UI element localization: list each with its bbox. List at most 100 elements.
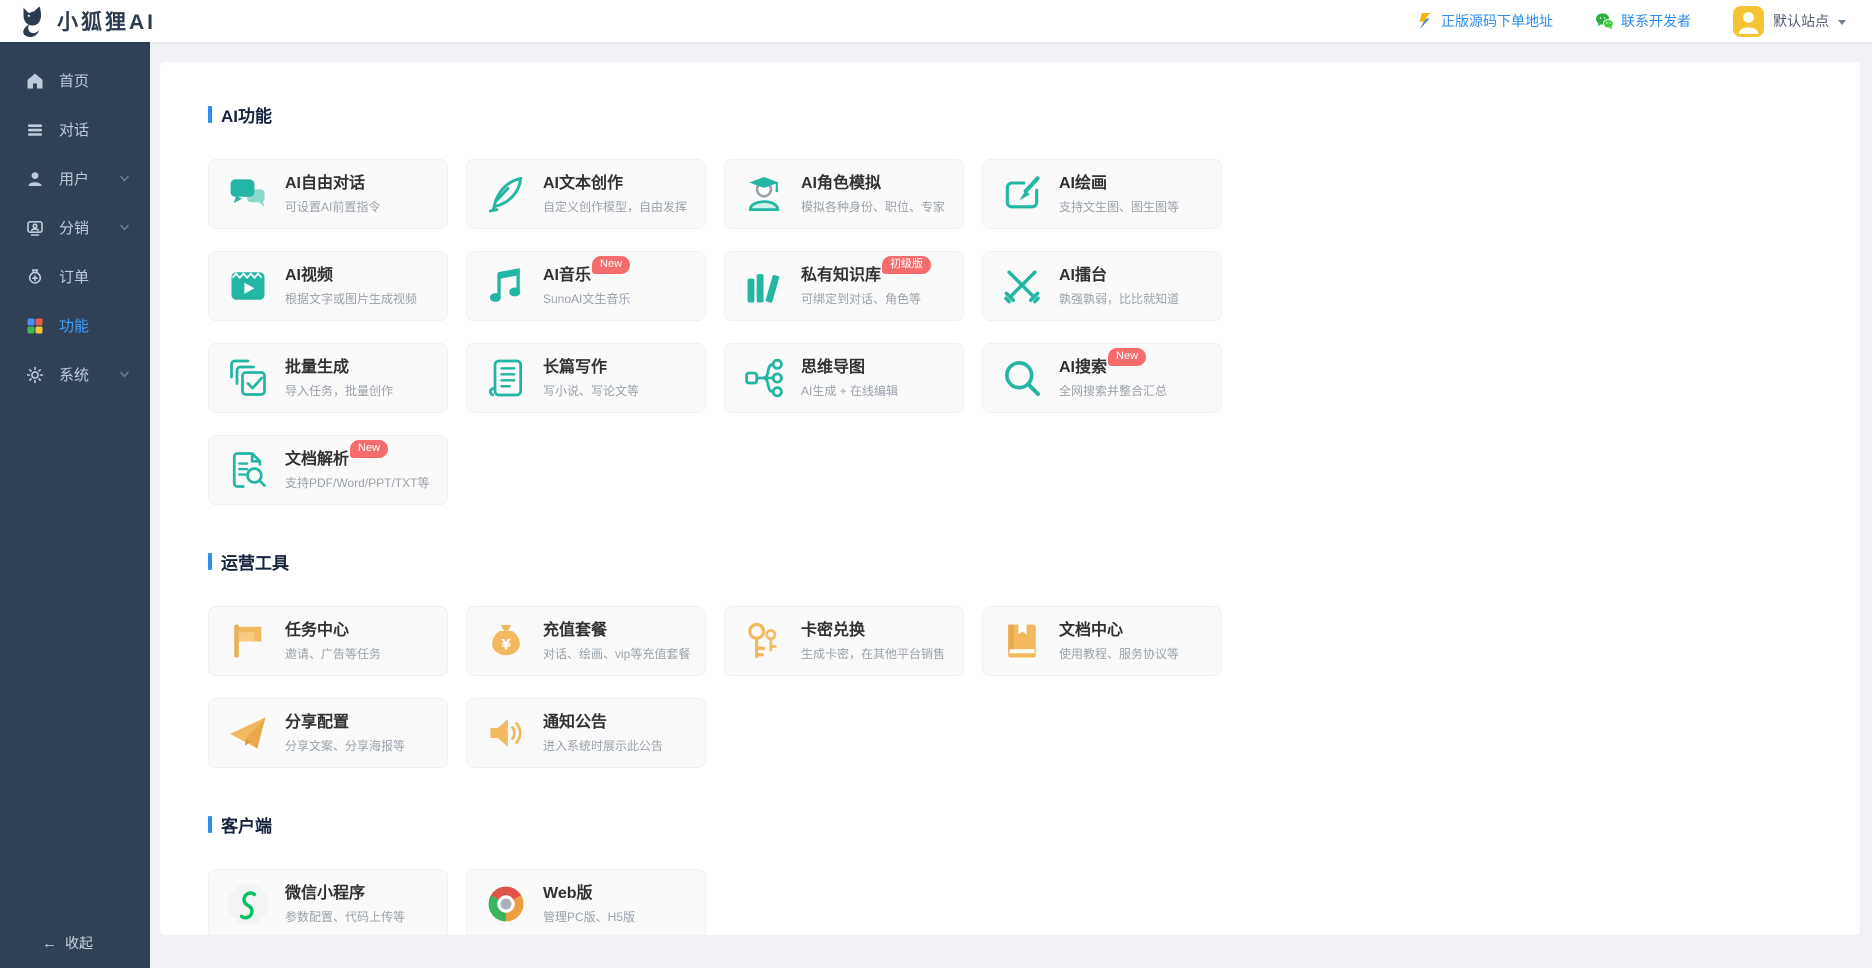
feature-card-video[interactable]: AI视频根据文字或图片生成视频 xyxy=(208,251,448,321)
feature-card-free-chat[interactable]: AI自由对话可设置AI前置指令 xyxy=(208,159,448,229)
feature-card-task-center[interactable]: 任务中心邀请、广告等任务 xyxy=(208,606,448,676)
sidebar-item-distribution[interactable]: 分销 xyxy=(0,203,150,252)
card-badge: New xyxy=(350,440,388,458)
feature-card-arena[interactable]: AI擂台孰强孰弱，比比就知道 xyxy=(982,251,1222,321)
section-title-text: AI功能 xyxy=(221,102,272,127)
mindmap-icon xyxy=(742,356,786,400)
card-subtitle: 全网搜索并整合汇总 xyxy=(1059,382,1167,399)
card-subtitle: SunoAI文生音乐 xyxy=(543,290,630,307)
card-subtitle: 孰强孰弱，比比就知道 xyxy=(1059,290,1179,307)
sidebar-item-home[interactable]: 首页 xyxy=(0,56,150,105)
section-title-text: 客户端 xyxy=(221,812,272,837)
speaker-icon xyxy=(484,711,528,755)
card-subtitle: 进入系统时展示此公告 xyxy=(543,737,663,754)
card-grid: 任务中心邀请、广告等任务 ¥充值套餐对话、绘画、vip等充值套餐卡密兑换生成卡密，… xyxy=(208,606,1224,768)
feature-card-drawing[interactable]: AI绘画支持文生图、图生图等 xyxy=(982,159,1222,229)
home-icon xyxy=(26,72,44,90)
sidebar-nav: 首页对话用户分销订单功能系统 xyxy=(0,42,150,918)
feature-card-doc-parse[interactable]: 文档解析New支持PDF/Word/PPT/TXT等 xyxy=(208,435,448,505)
section-clients: 客户端微信小程序参数配置、代码上传等 Web版管理PC版、H5版 xyxy=(208,812,1812,935)
card-title: 卡密兑换 xyxy=(801,621,865,640)
book-icon xyxy=(1000,619,1044,663)
lightning-icon xyxy=(1416,12,1434,30)
card-subtitle: 自定义创作模型，自由发挥 xyxy=(543,198,687,215)
user-icon xyxy=(26,170,44,188)
section-title-bar xyxy=(208,553,212,570)
logo-text: 小狐狸AI xyxy=(57,6,156,36)
chat-bubbles-icon xyxy=(226,172,270,216)
paint-brush-icon xyxy=(1000,172,1044,216)
distribution-icon xyxy=(26,219,44,237)
app-grid-icon xyxy=(26,317,44,335)
feature-card-knowledge-base[interactable]: 私有知识库初级版可绑定到对话、角色等 xyxy=(724,251,964,321)
card-subtitle: 写小说、写论文等 xyxy=(543,382,639,399)
video-icon xyxy=(226,264,270,308)
header-right: 正版源码下单地址 联系开发者 默 xyxy=(1416,6,1846,37)
section-title-bar xyxy=(208,816,212,833)
card-title: AI搜索 xyxy=(1059,358,1107,377)
chevron-down-icon xyxy=(119,173,130,184)
card-subtitle: 模拟各种身份、职位、专家 xyxy=(801,198,945,215)
card-title: 任务中心 xyxy=(285,621,349,640)
card-title: 文档解析 xyxy=(285,450,349,469)
card-subtitle: 可设置AI前置指令 xyxy=(285,198,380,215)
section-operation-tools: 运营工具任务中心邀请、广告等任务¥充值套餐对话、绘画、vip等充值套餐卡密兑换生… xyxy=(208,549,1812,768)
feature-card-card-key-redeem[interactable]: 卡密兑换生成卡密，在其他平台销售 xyxy=(724,606,964,676)
card-title: 文档中心 xyxy=(1059,621,1123,640)
site-selector[interactable]: 默认站点 xyxy=(1733,6,1846,37)
feature-card-doc-center[interactable]: 文档中心使用教程、服务协议等 xyxy=(982,606,1222,676)
feature-card-mindmap[interactable]: 思维导图AI生成 + 在线编辑 xyxy=(724,343,964,413)
sidebar: 首页对话用户分销订单功能系统 ← 收起 xyxy=(0,42,150,968)
feature-card-recharge-packages[interactable]: ¥充值套餐对话、绘画、vip等充值套餐 xyxy=(466,606,706,676)
feather-icon xyxy=(484,172,528,216)
card-badge: New xyxy=(592,256,630,274)
long-doc-icon xyxy=(484,356,528,400)
money-bag-yen-icon: ¥ xyxy=(484,619,528,663)
graduate-role-icon xyxy=(742,172,786,216)
wechat-icon xyxy=(1595,12,1614,31)
card-subtitle: 根据文字或图片生成视频 xyxy=(285,290,417,307)
sidebar-item-orders[interactable]: 订单 xyxy=(0,252,150,301)
feature-card-wechat-miniprogram[interactable]: 微信小程序参数配置、代码上传等 xyxy=(208,869,448,935)
section-title-bar xyxy=(208,106,212,123)
sidebar-item-users[interactable]: 用户 xyxy=(0,154,150,203)
card-subtitle: 可绑定到对话、角色等 xyxy=(801,290,931,307)
feature-card-batch-generate[interactable]: 批量生成导入任务，批量创作 xyxy=(208,343,448,413)
feature-card-music[interactable]: AI音乐New SunoAI文生音乐 xyxy=(466,251,706,321)
sidebar-item-label: 首页 xyxy=(59,70,130,91)
keys-icon xyxy=(742,619,786,663)
sidebar-item-system[interactable]: 系统 xyxy=(0,350,150,399)
feature-card-text-creation[interactable]: AI文本创作自定义创作模型，自由发挥 xyxy=(466,159,706,229)
sidebar-collapse-button[interactable]: ← 收起 xyxy=(0,918,150,968)
feature-card-long-writing[interactable]: 长篇写作写小说、写论文等 xyxy=(466,343,706,413)
feature-card-share-config[interactable]: 分享配置分享文案、分享海报等 xyxy=(208,698,448,768)
feature-card-role-play[interactable]: AI角色模拟模拟各种身份、职位、专家 xyxy=(724,159,964,229)
card-title: AI音乐 xyxy=(543,266,591,285)
site-name: 默认站点 xyxy=(1773,11,1829,31)
section-title: AI功能 xyxy=(208,102,1812,127)
card-grid: 微信小程序参数配置、代码上传等 Web版管理PC版、H5版 xyxy=(208,869,1224,935)
feature-card-announcement[interactable]: 通知公告进入系统时展示此公告 xyxy=(466,698,706,768)
sidebar-item-label: 订单 xyxy=(59,266,130,287)
batch-check-icon xyxy=(226,356,270,400)
feature-card-ai-search[interactable]: AI搜索New 全网搜索并整合汇总 xyxy=(982,343,1222,413)
sidebar-item-label: 系统 xyxy=(59,364,104,385)
sidebar-item-features[interactable]: 功能 xyxy=(0,301,150,350)
paper-plane-icon xyxy=(226,711,270,755)
chevron-down-icon xyxy=(119,369,130,380)
card-badge: New xyxy=(1108,348,1146,366)
card-grid: AI自由对话可设置AI前置指令 AI文本创作自定义创作模型，自由发挥 AI角色模拟模… xyxy=(208,159,1224,505)
flag-icon xyxy=(226,619,270,663)
sidebar-item-chat[interactable]: 对话 xyxy=(0,105,150,154)
header-link-source-order[interactable]: 正版源码下单地址 xyxy=(1416,11,1553,31)
card-subtitle: 分享文案、分享海报等 xyxy=(285,737,405,754)
svg-text:¥: ¥ xyxy=(501,637,511,653)
card-badge: 初级版 xyxy=(882,256,931,274)
header-link-contact-developer[interactable]: 联系开发者 xyxy=(1595,11,1691,31)
card-title: AI绘画 xyxy=(1059,174,1107,193)
music-note-icon xyxy=(484,264,528,308)
avatar xyxy=(1733,6,1764,37)
feature-card-web-client[interactable]: Web版管理PC版、H5版 xyxy=(466,869,706,935)
card-title: 私有知识库 xyxy=(801,266,881,285)
card-subtitle: 管理PC版、H5版 xyxy=(543,908,635,925)
